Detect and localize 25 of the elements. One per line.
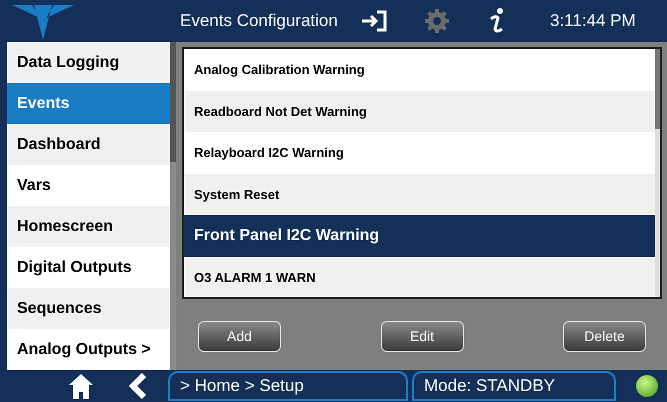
sidebar-item[interactable]: Homescreen [7, 206, 170, 247]
status-led-icon [636, 375, 658, 397]
back-icon[interactable] [128, 373, 148, 399]
clock-time: 3:11:44 PM [550, 10, 636, 32]
settings-icon[interactable] [424, 8, 450, 34]
event-row[interactable]: O3 ALARM 1 WARN [184, 256, 655, 297]
event-row[interactable]: Readboard Not Det Warning [184, 90, 655, 132]
sidebar-item[interactable]: Dashboard [7, 124, 170, 165]
sign-in-icon[interactable] [360, 9, 388, 33]
screen-title: Events Configuration [179, 10, 339, 32]
action-button[interactable]: Add [198, 321, 281, 352]
scrollbar-thumb[interactable] [170, 42, 176, 162]
sidebar-item[interactable]: Sequences [7, 288, 170, 329]
list-scrollbar-thumb[interactable] [655, 49, 660, 129]
info-icon[interactable] [488, 7, 506, 35]
breadcrumb[interactable]: > Home > Setup [168, 371, 408, 401]
sidebar-item[interactable]: Events [7, 83, 170, 124]
logo-icon [12, 2, 74, 40]
home-icon[interactable] [68, 373, 94, 399]
mode-status: Mode: STANDBY [412, 371, 616, 401]
action-button[interactable]: Edit [380, 321, 464, 352]
sidebar-item[interactable]: Data Logging [7, 42, 170, 83]
event-row[interactable]: Front Panel I2C Warning [184, 215, 655, 256]
action-button[interactable]: Delete [563, 321, 646, 352]
event-row[interactable]: System Reset [184, 174, 655, 215]
